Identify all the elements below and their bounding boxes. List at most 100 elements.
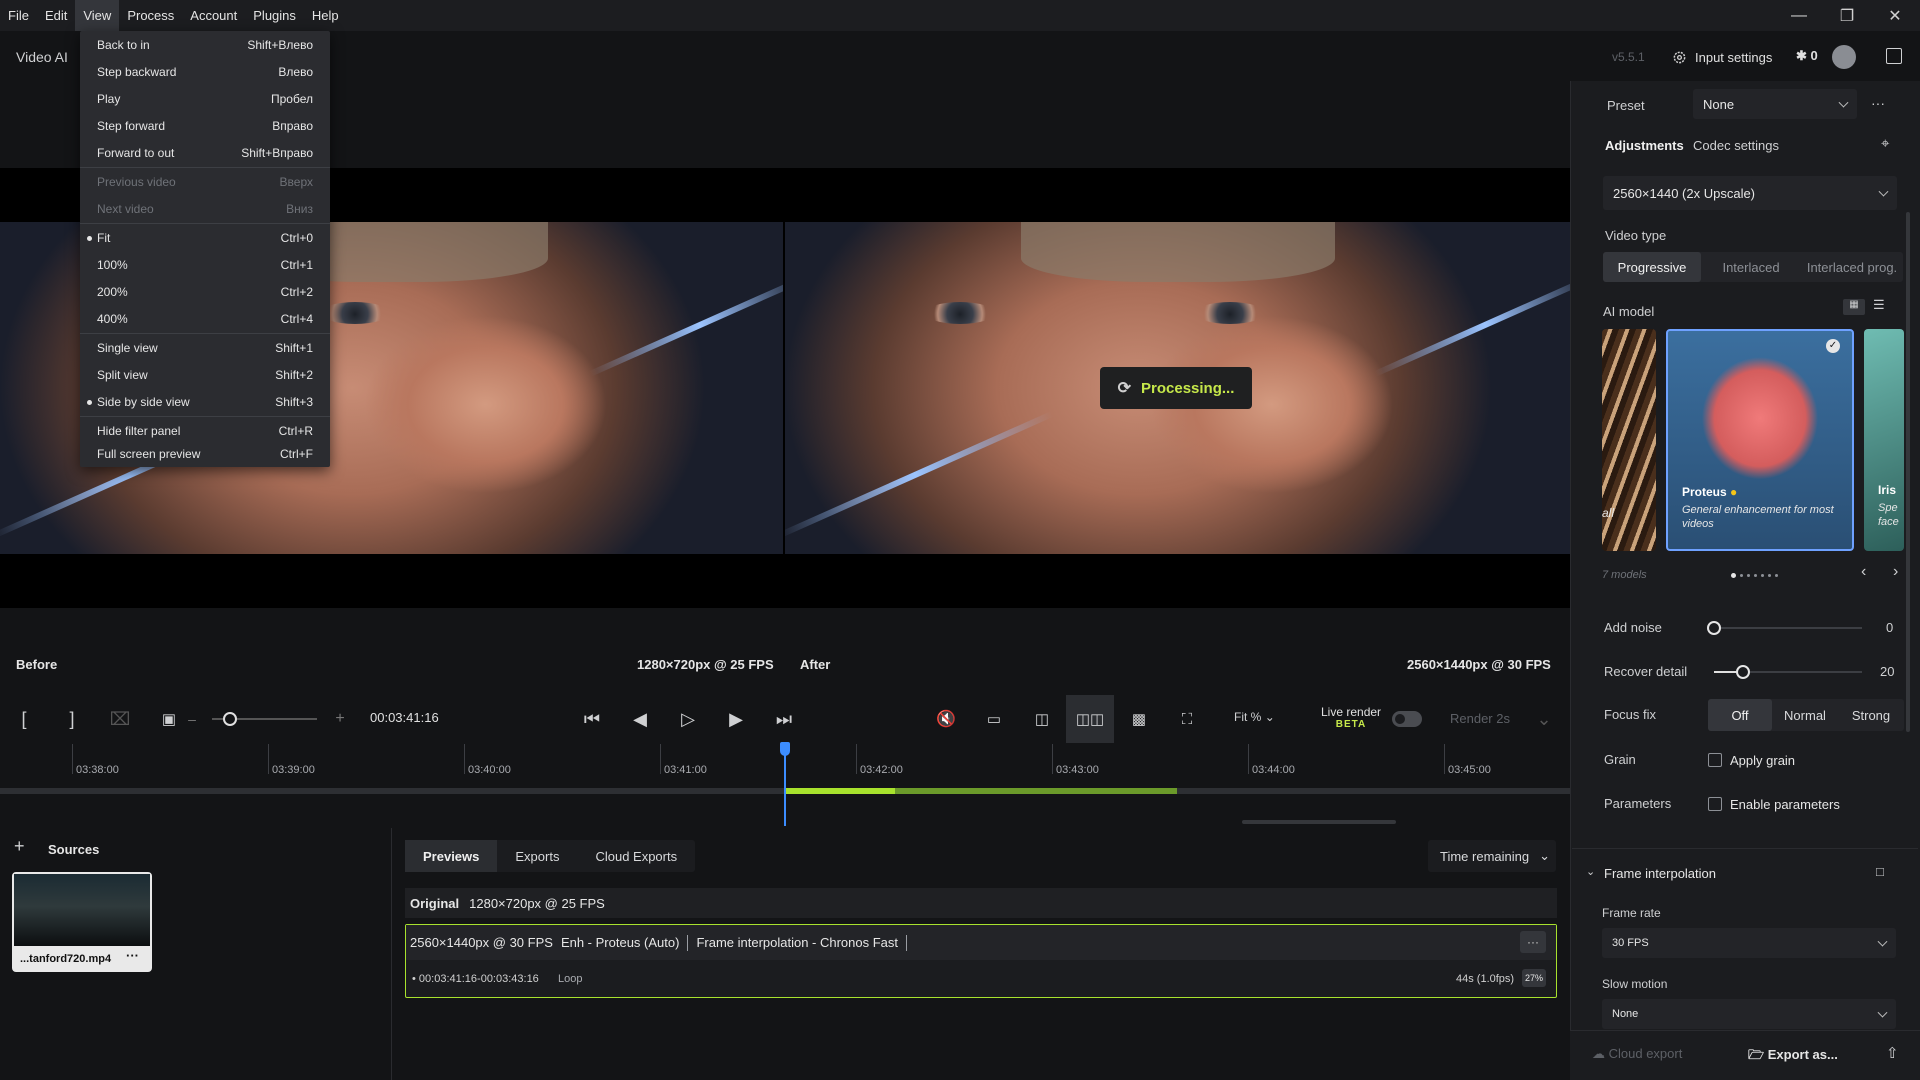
enable-parameters-checkbox[interactable]	[1708, 797, 1722, 811]
tab-codec-settings[interactable]: Codec settings	[1693, 138, 1779, 153]
playhead[interactable]	[784, 744, 786, 826]
menu-account[interactable]: Account	[182, 0, 245, 31]
avatar[interactable]	[1832, 45, 1856, 69]
skip-to-start-icon[interactable]: ⏮	[568, 695, 616, 743]
apply-grain-label[interactable]: Apply grain	[1730, 753, 1795, 768]
menu-item-play[interactable]: Play Пробел	[80, 85, 330, 112]
model-card-iris[interactable]: Iris Spe face	[1864, 329, 1904, 551]
grid-view-icon[interactable]: ▦	[1843, 299, 1865, 315]
cloud-export-button[interactable]: ☁ Cloud export	[1592, 1046, 1682, 1062]
play-icon[interactable]: ▷	[664, 695, 712, 743]
clear-marks-icon[interactable]: ⌧	[96, 695, 144, 743]
menu-process[interactable]: Process	[119, 0, 182, 31]
menu-item-back-to-in[interactable]: Back to in Shift+Влево	[80, 31, 330, 58]
menu-view[interactable]: View	[75, 0, 120, 31]
video-type-progressive[interactable]: Progressive	[1603, 252, 1701, 282]
menu-item-step-backward[interactable]: Step backward Влево	[80, 58, 330, 85]
side-by-side-view-icon[interactable]: ◫◫	[1066, 695, 1114, 743]
models-count: 7 models	[1602, 569, 1647, 581]
minimize-icon[interactable]: —	[1776, 0, 1822, 31]
tab-adjustments[interactable]: Adjustments	[1605, 138, 1684, 153]
menu-file[interactable]: File	[0, 0, 37, 31]
focus-strong[interactable]: Strong	[1838, 699, 1904, 731]
lock-icon[interactable]: □	[1876, 864, 1884, 879]
video-type-interlaced[interactable]: Interlaced	[1701, 252, 1801, 282]
mark-out-icon[interactable]: ]	[48, 695, 96, 743]
step-back-icon[interactable]: ◀	[616, 695, 664, 743]
tab-exports[interactable]: Exports	[497, 840, 577, 872]
model-card-prev[interactable]: all	[1602, 329, 1656, 551]
zoom-select[interactable]: Fit % ⌄	[1234, 710, 1275, 724]
single-view-icon[interactable]: ▭	[970, 695, 1018, 743]
close-icon[interactable]: ✕	[1872, 0, 1918, 31]
share-icon[interactable]: ⇧	[1886, 1044, 1899, 1062]
sort-select[interactable]: Time remaining ⌄	[1428, 840, 1556, 872]
menu-item-split-view[interactable]: Split view Shift+2	[80, 361, 330, 388]
job-loop[interactable]: Loop	[558, 973, 582, 985]
step-forward-icon[interactable]: ▶	[712, 695, 760, 743]
more-icon[interactable]: ···	[126, 948, 139, 963]
zoom-out-icon[interactable]: –	[180, 695, 204, 743]
zoom-in-icon[interactable]: +	[328, 695, 352, 743]
render-options-icon[interactable]: ⌄	[1520, 695, 1568, 743]
fullscreen-icon[interactable]: ⛶	[1163, 695, 1211, 743]
export-as-button[interactable]: 🗁 Export as...	[1748, 1046, 1838, 1068]
mute-icon[interactable]: 🔇	[922, 695, 970, 743]
recover-detail-handle[interactable]	[1736, 665, 1750, 679]
menu-help[interactable]: Help	[304, 0, 347, 31]
menu-item-200[interactable]: 200% Ctrl+2	[80, 278, 330, 305]
list-view-icon[interactable]: ☰	[1873, 297, 1885, 313]
after-label: After	[800, 657, 831, 672]
compare-view-icon[interactable]: ▩	[1115, 695, 1163, 743]
timecode[interactable]: 00:03:41:16	[370, 710, 439, 725]
output-size-select[interactable]: 2560×1440 (2x Upscale)	[1603, 176, 1897, 210]
mark-in-icon[interactable]: [	[0, 695, 48, 743]
frame-interpolation-label[interactable]: Frame interpolation	[1604, 866, 1716, 881]
preset-select[interactable]: None	[1693, 89, 1857, 119]
original-row[interactable]: Original 1280×720px @ 25 FPS	[405, 888, 1557, 918]
apply-grain-checkbox[interactable]	[1708, 753, 1722, 767]
panel-scrollbar[interactable]	[1906, 212, 1910, 732]
timeline-scrollbar[interactable]	[1242, 820, 1396, 824]
split-view-icon[interactable]: ◫	[1018, 695, 1066, 743]
render-button[interactable]: Render 2s	[1450, 711, 1510, 726]
carousel-next-icon[interactable]: ›	[1893, 563, 1898, 581]
panel-toggle-icon[interactable]	[1886, 48, 1902, 64]
carousel-prev-icon[interactable]: ‹	[1861, 563, 1866, 581]
credits-badge[interactable]: ✱ 0	[1796, 48, 1818, 64]
menu-item-side-by-side-view[interactable]: Side by side view Shift+3	[80, 388, 330, 415]
menu-item-fit[interactable]: Fit Ctrl+0	[80, 224, 330, 251]
menu-item-single-view[interactable]: Single view Shift+1	[80, 334, 330, 361]
menu-edit[interactable]: Edit	[37, 0, 75, 31]
model-card-proteus[interactable]: ✓ Proteus ● General enhancement for most…	[1666, 329, 1854, 551]
carousel-dots[interactable]	[1731, 573, 1778, 578]
menu-item-400[interactable]: 400% Ctrl+4	[80, 305, 330, 332]
focus-off[interactable]: Off	[1708, 699, 1772, 731]
crop-icon[interactable]: ⌖	[1881, 135, 1889, 152]
frame-rate-select[interactable]: 30 FPS	[1602, 928, 1896, 958]
add-noise-track[interactable]	[1714, 627, 1862, 629]
input-settings-button[interactable]: Input settings	[1672, 43, 1772, 71]
menu-item-forward-to-out[interactable]: Forward to out Shift+Вправо	[80, 139, 330, 166]
chevron-down-icon[interactable]: ⌄	[1586, 865, 1595, 878]
slow-motion-select[interactable]: None	[1602, 999, 1896, 1029]
focus-normal[interactable]: Normal	[1772, 699, 1838, 731]
skip-to-end-icon[interactable]: ⏭	[760, 695, 808, 743]
add-noise-handle[interactable]	[1707, 621, 1721, 635]
zoom-slider-handle[interactable]	[223, 712, 237, 726]
timeline-tick-label: 03:43:00	[1056, 764, 1099, 776]
menu-item-step-forward[interactable]: Step forward Вправо	[80, 112, 330, 139]
job-more-icon[interactable]: ···	[1520, 931, 1546, 953]
menu-item-full-screen-preview[interactable]: Full screen preview Ctrl+F	[80, 440, 330, 467]
menu-plugins[interactable]: Plugins	[245, 0, 304, 31]
enable-parameters-label[interactable]: Enable parameters	[1730, 797, 1840, 812]
live-render-toggle[interactable]	[1392, 711, 1422, 727]
menu-item-100[interactable]: 100% Ctrl+1	[80, 251, 330, 278]
tab-previews[interactable]: Previews	[405, 840, 498, 872]
preset-more-icon[interactable]: ···	[1871, 95, 1885, 111]
video-type-interlaced-prog[interactable]: Interlaced prog.	[1801, 252, 1903, 282]
add-source-icon[interactable]: +	[14, 836, 25, 857]
maximize-icon[interactable]: ❐	[1824, 0, 1870, 31]
playhead-handle[interactable]	[780, 742, 790, 756]
tab-cloud-exports[interactable]: Cloud Exports	[577, 840, 695, 872]
